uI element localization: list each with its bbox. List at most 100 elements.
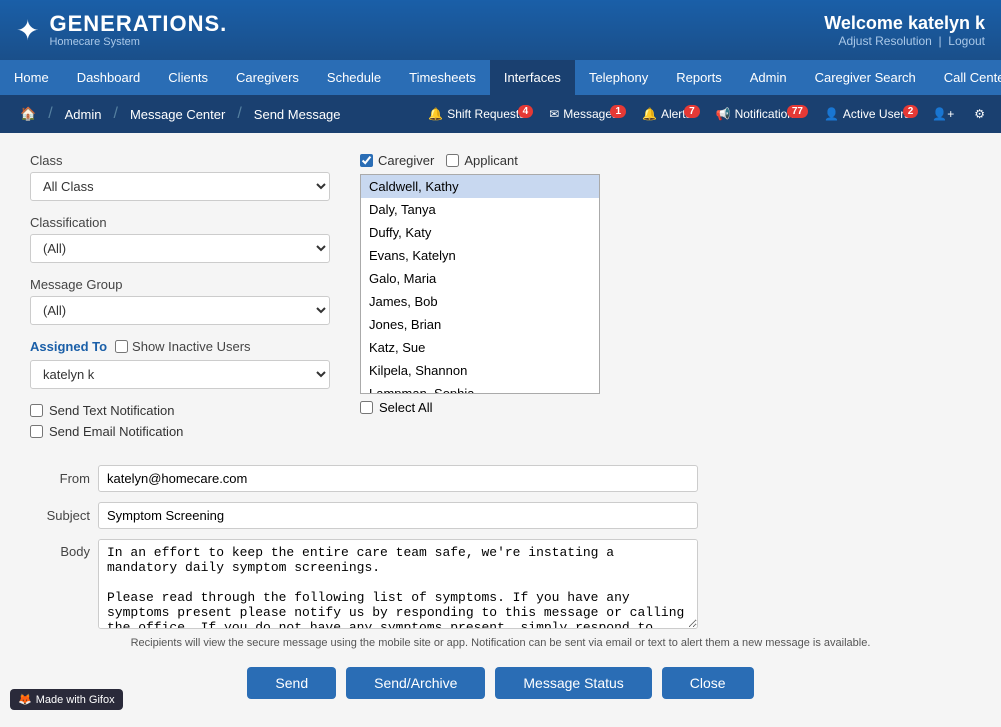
list-item[interactable]: Galo, Maria [361,267,599,290]
class-label: Class [30,153,330,168]
settings-button[interactable]: ⚙ [966,103,993,125]
list-item[interactable]: Caldwell, Kathy [361,175,599,198]
assigned-user-group: katelyn k [30,360,330,389]
bell-icon: 🔔 [428,107,443,121]
sec-nav-right: 🔔 Shift Requests 4 ✉ Messages 1 🔔 Alerts… [418,103,993,125]
show-inactive-label: Show Inactive Users [132,339,251,354]
sec-nav-send-message[interactable]: Send Message [242,95,353,133]
welcome-text: Welcome katelyn k [824,13,985,34]
assigned-user-select[interactable]: katelyn k [30,360,330,389]
send-email-row: Send Email Notification [30,424,330,439]
logo-star-icon: ✦ [16,14,39,47]
message-group-select[interactable]: (All) [30,296,330,325]
send-text-checkbox[interactable] [30,404,43,417]
nav-caregiver-search[interactable]: Caregiver Search [801,60,930,95]
send-text-row: Send Text Notification [30,403,330,418]
from-row: From [30,465,971,492]
nav-interfaces[interactable]: Interfaces [490,60,575,95]
messages-count: 1 [610,105,626,118]
shift-requests-count: 4 [518,105,534,118]
list-item[interactable]: Daly, Tanya [361,198,599,221]
notifications-count: 77 [787,105,808,118]
sec-nav-left: 🏠 / Admin / Message Center / Send Messag… [8,95,418,133]
gear-icon: ⚙ [974,107,985,121]
logout-link[interactable]: Logout [948,34,985,48]
top-header: ✦ GENERATIONS. Homecare System Welcome k… [0,0,1001,60]
body-textarea[interactable]: In an effort to keep the entire care tea… [98,539,698,629]
nav-dashboard[interactable]: Dashboard [63,60,155,95]
add-user-icon: 👤+ [932,107,954,121]
nav-clients[interactable]: Clients [154,60,222,95]
notifications-badge[interactable]: 📢 Notifications 77 [706,103,810,125]
send-archive-button[interactable]: Send/Archive [346,667,485,699]
list-item[interactable]: Duffy, Katy [361,221,599,244]
subject-row: Subject [30,502,971,529]
sec-nav: 🏠 / Admin / Message Center / Send Messag… [0,95,1001,133]
nav-reports[interactable]: Reports [662,60,736,95]
select-all-checkbox[interactable] [360,401,373,414]
subject-input[interactable] [98,502,698,529]
header-links: Adjust Resolution | Logout [824,34,985,48]
caregiver-list[interactable]: Caldwell, Kathy Daly, Tanya Duffy, Katy … [360,174,600,394]
nav-home[interactable]: Home [0,60,63,95]
nav-telephony[interactable]: Telephony [575,60,662,95]
main-content: Class All Class Classification (All) Mes… [0,133,1001,727]
alerts-count: 7 [684,105,700,118]
select-all-label: Select All [379,400,432,415]
sec-nav-admin[interactable]: Admin [53,95,114,133]
nav-schedule[interactable]: Schedule [313,60,395,95]
send-text-label: Send Text Notification [49,403,175,418]
shift-requests-label: Shift Requests [447,107,525,121]
active-users-badge[interactable]: 👤 Active Users 2 [814,103,920,125]
classification-label: Classification [30,215,330,230]
list-item[interactable]: Katz, Sue [361,336,599,359]
list-item[interactable]: Kilpela, Shannon [361,359,599,382]
adjust-resolution-link[interactable]: Adjust Resolution [838,34,931,48]
show-inactive-checkbox[interactable] [115,340,128,353]
message-form: From Subject Body In an effort to keep t… [30,465,971,629]
body-row: Body In an effort to keep the entire car… [30,539,971,629]
send-button[interactable]: Send [247,667,336,699]
assigned-to-label: Assigned To [30,339,107,354]
close-button[interactable]: Close [662,667,754,699]
applicant-checkbox[interactable] [446,154,459,167]
from-input[interactable] [98,465,698,492]
message-status-button[interactable]: Message Status [495,667,651,699]
caregiver-label: Caregiver [378,153,434,168]
shift-requests-badge[interactable]: 🔔 Shift Requests 4 [418,103,535,125]
footer-note: Recipients will view the secure message … [30,637,971,649]
send-email-checkbox[interactable] [30,425,43,438]
assigned-to-row: Assigned To Show Inactive Users [30,339,330,354]
messages-badge[interactable]: ✉ Messages 1 [539,103,628,125]
list-item[interactable]: Evans, Katelyn [361,244,599,267]
applicant-label: Applicant [464,153,517,168]
nav-admin[interactable]: Admin [736,60,801,95]
button-row: Send Send/Archive Message Status Close [30,659,971,707]
caregiver-option: Caregiver [360,153,434,168]
logo-title: GENERATIONS. [49,12,227,36]
add-user-button[interactable]: 👤+ [924,103,962,125]
message-group-label: Message Group [30,277,330,292]
active-users-count: 2 [903,105,919,118]
nav-call-center[interactable]: Call Center [930,60,1001,95]
classification-group: Classification (All) [30,215,330,263]
body-label: Body [30,539,90,559]
gifox-icon: 🦊 [18,693,32,706]
from-label: From [30,471,90,486]
sec-nav-message-center[interactable]: Message Center [118,95,237,133]
sec-nav-home-icon[interactable]: 🏠 [8,95,48,133]
alerts-badge[interactable]: 🔔 Alerts 7 [632,103,702,125]
nav-caregivers[interactable]: Caregivers [222,60,313,95]
classification-select[interactable]: (All) [30,234,330,263]
active-users-label: Active Users [843,107,910,121]
message-group-group: Message Group (All) [30,277,330,325]
nav-timesheets[interactable]: Timesheets [395,60,490,95]
list-item[interactable]: James, Bob [361,290,599,313]
list-item[interactable]: Jones, Brian [361,313,599,336]
class-select[interactable]: All Class [30,172,330,201]
form-container: Class All Class Classification (All) Mes… [30,153,971,445]
list-item[interactable]: Lampman, Sophia [361,382,599,394]
message-icon: ✉ [549,107,559,121]
alert-icon: 🔔 [642,107,657,121]
caregiver-checkbox[interactable] [360,154,373,167]
